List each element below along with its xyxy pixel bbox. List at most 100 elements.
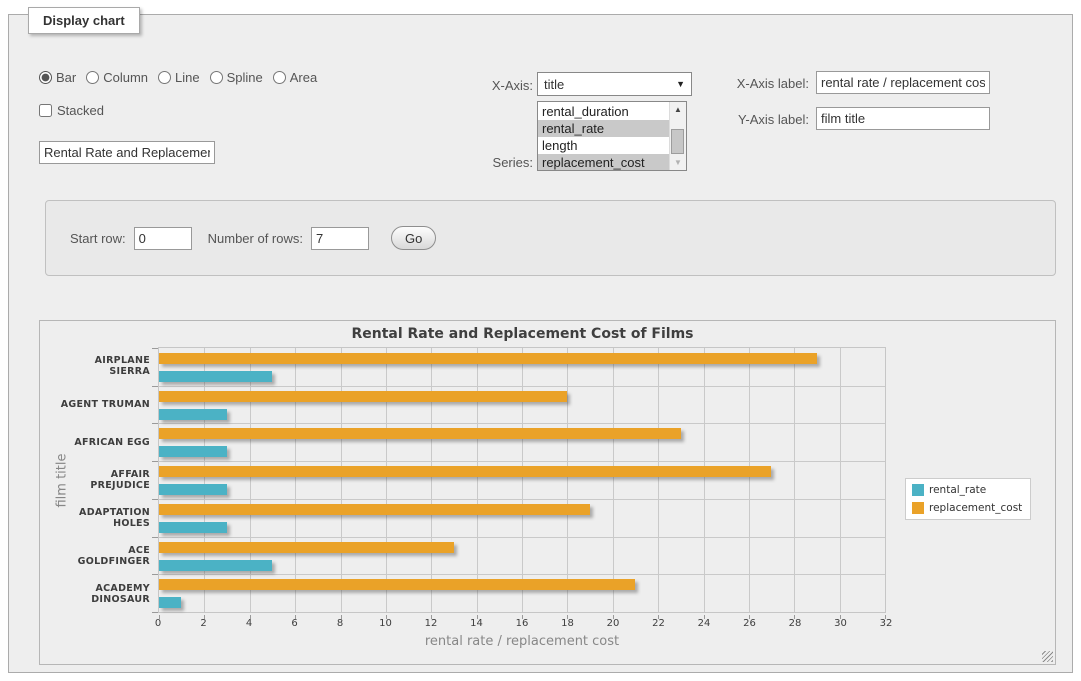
- stacked-label: Stacked: [57, 103, 104, 118]
- bar-rental_rate: [159, 371, 272, 382]
- x-tick-label: 10: [379, 618, 392, 629]
- bar-group: [159, 461, 885, 499]
- series-option-rental_duration[interactable]: rental_duration: [538, 103, 669, 120]
- start-row-input[interactable]: [134, 227, 192, 250]
- num-rows-label: Number of rows:: [208, 231, 303, 246]
- series-scrollbar[interactable]: ▲ ▼: [669, 102, 686, 170]
- chart-title-input[interactable]: [39, 141, 215, 164]
- chart-type-label: Area: [290, 70, 317, 85]
- category-label: AGENT TRUMAN: [60, 385, 150, 423]
- category-label: AFFAIR PREJUDICE: [60, 461, 150, 499]
- category-label: ACE GOLDFINGER: [60, 537, 150, 575]
- y-tick-mark: [152, 386, 158, 387]
- chart-type-area[interactable]: Area: [273, 70, 317, 85]
- chart-type-spline[interactable]: Spline: [210, 70, 263, 85]
- bar-group: [159, 499, 885, 537]
- legend-swatch: [912, 484, 924, 496]
- resize-handle-icon[interactable]: [1042, 651, 1053, 662]
- bar-rental_rate: [159, 522, 227, 533]
- chevron-down-icon: ▼: [676, 79, 685, 89]
- bar-group: [159, 423, 885, 461]
- stacked-option[interactable]: Stacked: [39, 103, 104, 118]
- x-tick-label: 30: [834, 618, 847, 629]
- chart-type-radio-line[interactable]: [158, 71, 171, 84]
- bar-group: [159, 348, 885, 386]
- x-tick-labels: 02468101214161820222426283032: [158, 618, 886, 632]
- series-option-replacement_cost[interactable]: replacement_cost: [538, 154, 669, 170]
- chart-type-radio-column[interactable]: [86, 71, 99, 84]
- category-label: ADAPTATION HOLES: [60, 499, 150, 537]
- bar-group: [159, 386, 885, 424]
- bar-rental_rate: [159, 597, 181, 608]
- bar-replacement_cost: [159, 579, 635, 590]
- chart-type-label: Bar: [56, 70, 76, 85]
- num-rows-input[interactable]: [311, 227, 369, 250]
- scroll-up-icon[interactable]: ▲: [670, 102, 686, 117]
- series-option-rental_rate[interactable]: rental_rate: [538, 120, 669, 137]
- chart-title: Rental Rate and Replacement Cost of Film…: [40, 326, 1005, 342]
- legend-swatch: [912, 502, 924, 514]
- chart-type-label: Spline: [227, 70, 263, 85]
- x-axis-select[interactable]: title ▼: [537, 72, 692, 96]
- chart-type-radio-spline[interactable]: [210, 71, 223, 84]
- y-tick-mark: [152, 348, 158, 349]
- series-select-label: Series:: [439, 155, 533, 170]
- x-tick-label: 20: [607, 618, 620, 629]
- x-axis-label-input[interactable]: [816, 71, 990, 94]
- bar-replacement_cost: [159, 353, 817, 364]
- y-tick-mark: [152, 423, 158, 424]
- chart-type-bar[interactable]: Bar: [39, 70, 76, 85]
- legend-label: replacement_cost: [929, 502, 1022, 514]
- chart-type-radio-bar[interactable]: [39, 71, 52, 84]
- x-tick-label: 28: [789, 618, 802, 629]
- category-labels: AIRPLANE SIERRAAGENT TRUMANAFRICAN EGGAF…: [60, 347, 150, 613]
- x-tick-label: 6: [291, 618, 297, 629]
- y-axis-label-input[interactable]: [816, 107, 990, 130]
- chart-legend: rental_rate replacement_cost: [905, 478, 1031, 520]
- bar-rental_rate: [159, 409, 227, 420]
- x-tick-label: 14: [470, 618, 483, 629]
- row-range-panel: Start row: Number of rows: Go: [45, 200, 1056, 276]
- x-tick-label: 24: [698, 618, 711, 629]
- chart-container: Rental Rate and Replacement Cost of Film…: [39, 320, 1056, 665]
- scroll-down-icon[interactable]: ▼: [670, 155, 686, 170]
- bar-replacement_cost: [159, 466, 771, 477]
- series-multiselect[interactable]: rental_durationrental_ratelengthreplacem…: [537, 101, 687, 171]
- bar-group: [159, 537, 885, 575]
- bar-group: [159, 574, 885, 612]
- series-options: rental_durationrental_ratelengthreplacem…: [538, 102, 669, 170]
- chart-type-line[interactable]: Line: [158, 70, 200, 85]
- series-option-length[interactable]: length: [538, 137, 669, 154]
- bar-replacement_cost: [159, 391, 567, 402]
- y-tick-mark: [152, 537, 158, 538]
- plot-area: [158, 347, 886, 613]
- category-label: AFRICAN EGG: [60, 423, 150, 461]
- x-tick-label: 26: [743, 618, 756, 629]
- display-chart-panel: BarColumnLineSplineArea Stacked X-Axis: …: [8, 14, 1073, 673]
- y-axis-label-caption: Y-Axis label:: [713, 112, 809, 127]
- y-tick-mark: [152, 499, 158, 500]
- x-tick-label: 2: [200, 618, 206, 629]
- chart-type-label: Line: [175, 70, 200, 85]
- x-tick-label: 16: [516, 618, 529, 629]
- legend-entry-replacement_cost: replacement_cost: [912, 502, 1022, 514]
- bar-rental_rate: [159, 446, 227, 457]
- x-axis-label-caption: X-Axis label:: [713, 76, 809, 91]
- x-tick-label: 12: [425, 618, 438, 629]
- stacked-checkbox[interactable]: [39, 104, 52, 117]
- x-tick-label: 18: [561, 618, 574, 629]
- x-axis-select-label: X-Axis:: [439, 78, 533, 93]
- chart-type-column[interactable]: Column: [86, 70, 148, 85]
- bar-replacement_cost: [159, 428, 681, 439]
- x-tick-label: 22: [652, 618, 665, 629]
- x-tick-label: 8: [337, 618, 343, 629]
- go-button[interactable]: Go: [391, 226, 436, 250]
- legend-label: rental_rate: [929, 484, 986, 496]
- category-label: ACADEMY DINOSAUR: [60, 575, 150, 613]
- chart-type-radio-area[interactable]: [273, 71, 286, 84]
- scrollbar-thumb[interactable]: [671, 129, 684, 154]
- bar-replacement_cost: [159, 542, 454, 553]
- chart-x-axis-title: rental rate / replacement cost: [158, 634, 886, 649]
- chart-type-label: Column: [103, 70, 148, 85]
- x-tick-label: 0: [155, 618, 161, 629]
